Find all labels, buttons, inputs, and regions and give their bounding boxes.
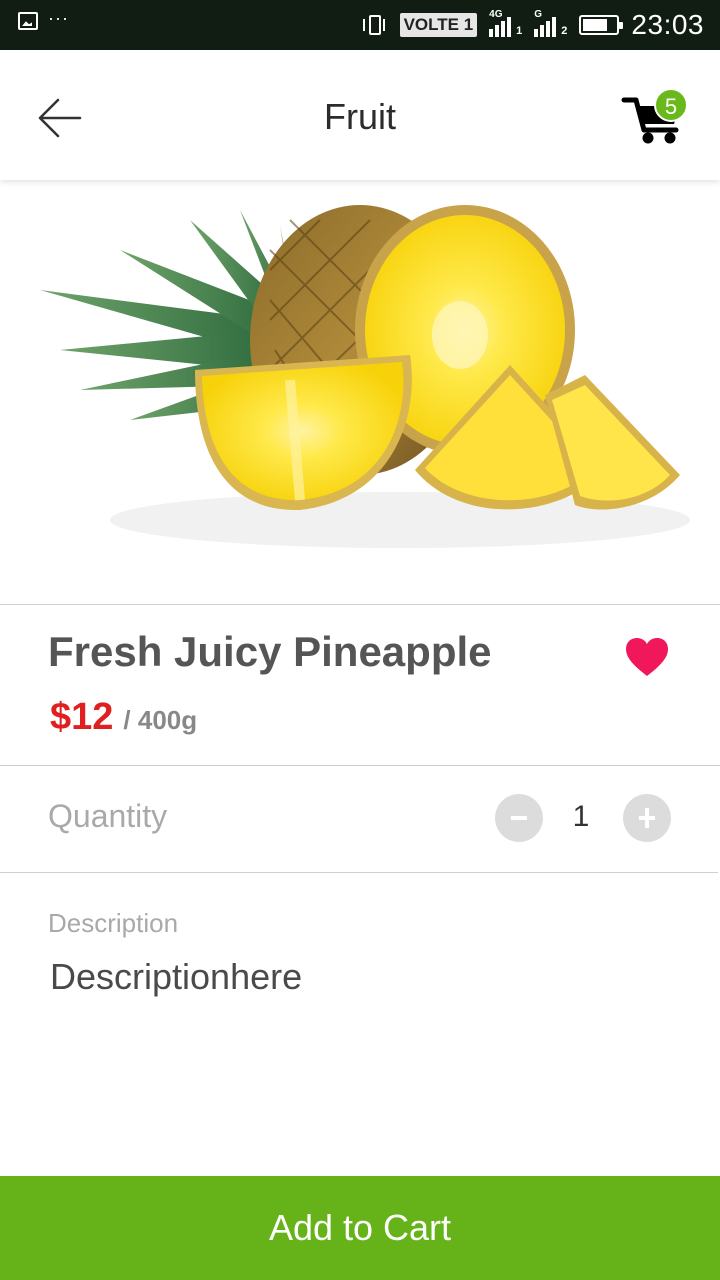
divider <box>0 604 720 605</box>
network-type-label: G <box>534 9 543 20</box>
signal-icon-sim2: G 2 <box>534 9 568 37</box>
volte-badge: VOLTE 1 <box>399 13 478 37</box>
signal-icon-sim1: 4G 1 <box>489 9 523 37</box>
app-bar: Fruit 5 <box>0 50 720 180</box>
decrease-quantity-button[interactable] <box>495 794 543 842</box>
sim-label: 1 <box>516 25 523 37</box>
increase-quantity-button[interactable] <box>623 794 671 842</box>
page-title: Fruit <box>324 96 396 137</box>
battery-icon <box>579 15 624 35</box>
status-bar: ··· VOLTE 1 4G 1 G 2 23:03 <box>0 0 720 50</box>
price-row: $12 / 400g <box>50 696 197 739</box>
description-label: Description <box>48 908 179 938</box>
clock: 23:03 <box>631 9 704 40</box>
network-type-label: 4G <box>489 9 503 20</box>
quantity-value: 1 <box>572 800 590 833</box>
quantity-label: Quantity <box>48 798 168 834</box>
sim-label: 2 <box>561 25 568 37</box>
divider <box>0 872 718 873</box>
image-notification-icon <box>18 12 38 30</box>
status-right: VOLTE 1 4G 1 G 2 23:03 <box>362 8 704 42</box>
description-text: Descriptionhere <box>50 956 303 997</box>
more-notifications-icon: ··· <box>48 8 69 28</box>
favorite-button[interactable] <box>624 636 670 678</box>
status-left: ··· <box>18 8 69 30</box>
add-to-cart-button[interactable]: Add to Cart <box>0 1176 720 1280</box>
vibrate-icon <box>362 13 388 37</box>
cart-count-badge: 5 <box>654 88 688 122</box>
price: $12 <box>50 696 114 738</box>
divider <box>0 765 720 766</box>
product-image <box>0 180 720 604</box>
heart-icon <box>626 638 668 676</box>
price-unit: / 400g <box>123 705 198 735</box>
pineapple-illustration <box>40 205 690 548</box>
product-name: Fresh Juicy Pineapple <box>48 628 492 675</box>
